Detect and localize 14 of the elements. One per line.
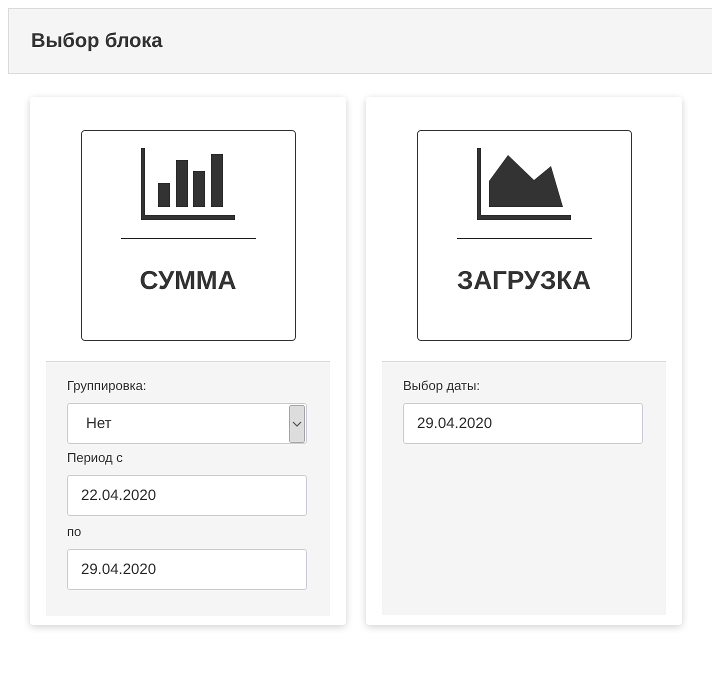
- caret-icon: [289, 404, 305, 442]
- field-label: Группировка:: [67, 378, 146, 393]
- block-tile[interactable]: ЗАГРУЗКА: [416, 130, 632, 341]
- field-label: Период с: [67, 450, 123, 465]
- date-field[interactable]: 29.04.2020: [67, 549, 307, 590]
- page-title: Выбор блока: [31, 30, 163, 52]
- date-field[interactable]: 22.04.2020: [67, 475, 307, 516]
- block-tile[interactable]: СУММА: [80, 130, 296, 341]
- field-label: Выбор даты:: [403, 378, 480, 393]
- area-chart-icon: [476, 148, 572, 220]
- select-field[interactable]: Нет: [67, 403, 307, 444]
- date-field[interactable]: 29.04.2020: [403, 403, 643, 444]
- bar-chart-icon: [140, 148, 236, 220]
- field-label: по: [67, 524, 82, 539]
